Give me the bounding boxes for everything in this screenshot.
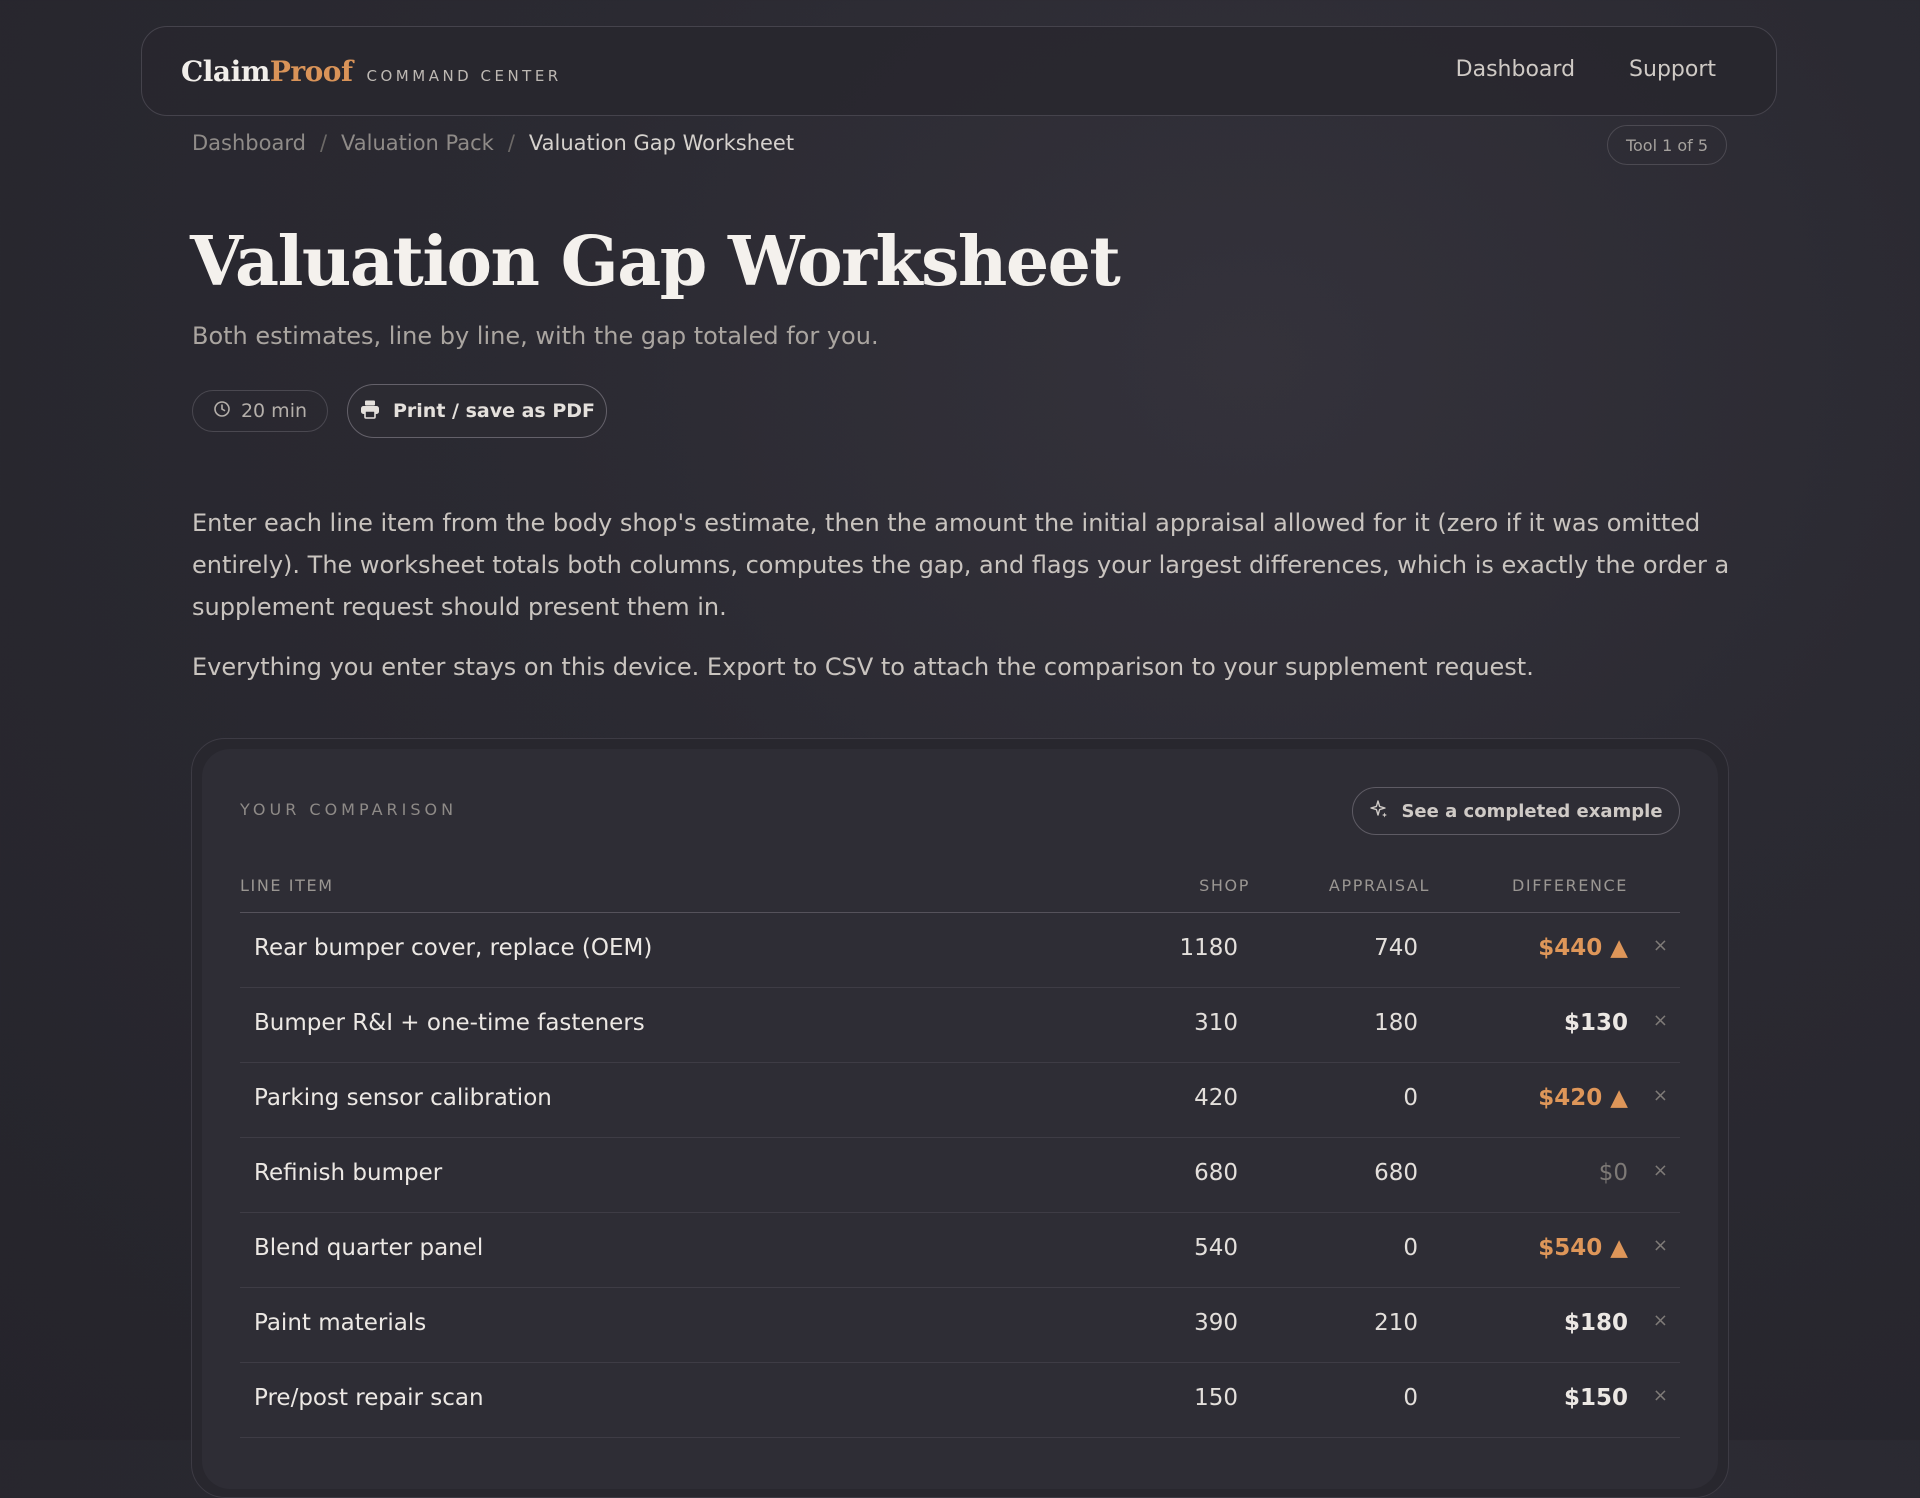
section-label: YOUR COMPARISON <box>240 800 458 819</box>
brand-name-proof: Proof <box>269 55 353 88</box>
appraisal-amount-field[interactable]: 180 <box>1374 1010 1418 1036</box>
shop-amount-field[interactable]: 420 <box>1194 1085 1238 1111</box>
sparkle-icon <box>1369 799 1389 824</box>
difference-value: $130 <box>1563 1010 1628 1036</box>
printer-icon <box>359 398 381 425</box>
breadcrumb-separator: / <box>319 131 328 155</box>
appraisal-amount-field[interactable]: 210 <box>1374 1310 1418 1336</box>
difference-value: $540 ▲ <box>1538 1235 1628 1261</box>
table-row: Rear bumper cover, replace (OEM) 1180 740 $… <box>240 913 1680 988</box>
column-header-shop: SHOP <box>1199 876 1250 895</box>
time-estimate-label: 20 min <box>240 400 308 422</box>
table-row: Bumper R&I + one-time fasteners 310 180 $13… <box>240 988 1680 1063</box>
appraisal-amount-field[interactable]: 680 <box>1374 1160 1418 1186</box>
remove-row-icon[interactable]: × <box>1653 1010 1668 1031</box>
shop-amount-field[interactable]: 680 <box>1194 1160 1238 1186</box>
difference-value: $0 <box>1598 1160 1628 1186</box>
page-subtitle: Both estimates, line by line, with the g… <box>192 322 879 350</box>
table-header: LINE ITEM SHOP APPRAISAL DIFFERENCE <box>240 868 1680 913</box>
table-row: Paint materials 390 210 $180 × <box>240 1288 1680 1363</box>
difference-value: $440 ▲ <box>1538 935 1628 961</box>
nav-link-dashboard[interactable]: Dashboard <box>1456 57 1575 82</box>
appraisal-amount-field[interactable]: 0 <box>1403 1235 1418 1261</box>
breadcrumb: Dashboard / Valuation Pack / Valuation G… <box>192 131 794 155</box>
shop-amount-field[interactable]: 390 <box>1194 1310 1238 1336</box>
breadcrumb-current: Valuation Gap Worksheet <box>528 131 795 155</box>
remove-row-icon[interactable]: × <box>1653 935 1668 956</box>
remove-row-icon[interactable]: × <box>1653 1385 1668 1406</box>
nav-link-support[interactable]: Support <box>1629 57 1716 82</box>
breadcrumb-valuation-pack[interactable]: Valuation Pack <box>341 131 494 155</box>
appraisal-amount-field[interactable]: 740 <box>1374 935 1418 961</box>
line-item-field[interactable]: Refinish bumper <box>254 1160 442 1186</box>
table-row: Refinish bumper 680 680 $0 × <box>240 1138 1680 1213</box>
see-example-label: See a completed example <box>1401 800 1663 822</box>
appraisal-amount-field[interactable]: 0 <box>1403 1085 1418 1111</box>
line-item-field[interactable]: Paint materials <box>254 1310 426 1336</box>
difference-value: $420 ▲ <box>1538 1085 1628 1111</box>
brand-name-claim: Claim <box>181 55 270 88</box>
difference-value: $180 <box>1563 1310 1628 1336</box>
line-item-field[interactable]: Pre/post repair scan <box>254 1385 484 1411</box>
intro-paragraph: Enter each line item from the body shop'… <box>192 509 1730 621</box>
column-header-appraisal: APPRAISAL <box>1328 876 1430 895</box>
brand-logo[interactable]: Claim Proof COMMAND CENTER <box>181 55 562 88</box>
see-example-button[interactable]: See a completed example <box>1352 787 1680 835</box>
appraisal-amount-field[interactable]: 0 <box>1403 1385 1418 1411</box>
column-header-difference: DIFFERENCE <box>1511 876 1628 895</box>
page-title: Valuation Gap Worksheet <box>190 222 1121 302</box>
line-item-field[interactable]: Parking sensor calibration <box>254 1085 552 1111</box>
print-button-label: Print / save as PDF <box>392 400 596 422</box>
print-save-pdf-button[interactable]: Print / save as PDF <box>347 384 607 438</box>
line-item-field[interactable]: Bumper R&I + one-time fasteners <box>254 1010 645 1036</box>
table-row: Blend quarter panel 540 0 $540 ▲ × <box>240 1213 1680 1288</box>
remove-row-icon[interactable]: × <box>1653 1160 1668 1181</box>
remove-row-icon[interactable]: × <box>1653 1235 1668 1256</box>
privacy-paragraph: Everything you enter stays on this devic… <box>192 653 1534 681</box>
shop-amount-field[interactable]: 310 <box>1194 1010 1238 1036</box>
nav-links: Dashboard Support <box>1456 57 1716 82</box>
shop-amount-field[interactable]: 1180 <box>1179 935 1238 961</box>
remove-row-icon[interactable]: × <box>1653 1085 1668 1106</box>
top-nav: Claim Proof COMMAND CENTER Dashboard Supp… <box>141 26 1777 116</box>
shop-amount-field[interactable]: 540 <box>1194 1235 1238 1261</box>
breadcrumb-dashboard[interactable]: Dashboard <box>192 131 306 155</box>
table-row: Parking sensor calibration 420 0 $420 ▲ × <box>240 1063 1680 1138</box>
line-item-field[interactable]: Rear bumper cover, replace (OEM) <box>254 935 652 961</box>
remove-row-icon[interactable]: × <box>1653 1310 1668 1331</box>
table-body: Rear bumper cover, replace (OEM) 1180 740 $… <box>240 913 1680 1438</box>
time-estimate-chip: 20 min <box>192 390 328 432</box>
brand-subtitle: COMMAND CENTER <box>366 67 562 85</box>
line-item-field[interactable]: Blend quarter panel <box>254 1235 483 1261</box>
shop-amount-field[interactable]: 150 <box>1194 1385 1238 1411</box>
comparison-table: LINE ITEM SHOP APPRAISAL DIFFERENCE Rear… <box>240 868 1680 1438</box>
column-header-line-item: LINE ITEM <box>240 876 334 895</box>
clock-icon <box>213 400 231 423</box>
table-row: Pre/post repair scan 150 0 $150 × <box>240 1363 1680 1438</box>
tool-counter-badge: Tool 1 of 5 <box>1607 125 1727 165</box>
difference-value: $150 <box>1563 1385 1628 1411</box>
breadcrumb-separator: / <box>507 131 515 155</box>
